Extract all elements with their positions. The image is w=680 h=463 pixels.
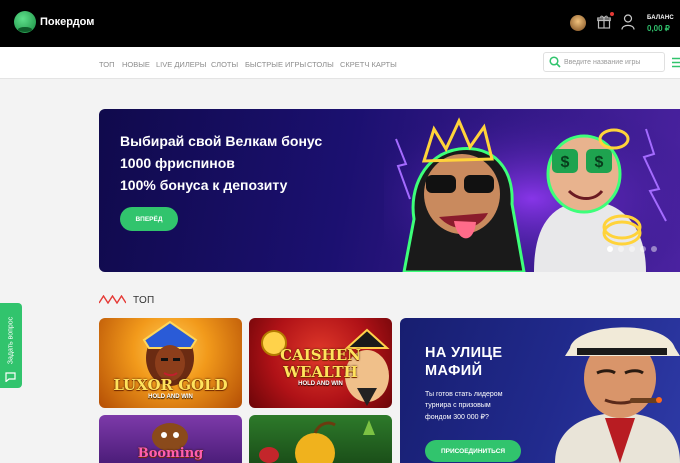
nav-item-top[interactable]: ТОП: [99, 60, 114, 69]
nav-item-tables[interactable]: СТОЛЫ: [307, 60, 334, 69]
nav-item-fast-games[interactable]: БЫСТРЫЕ ИГРЫ: [245, 60, 306, 69]
nav-item-slots[interactable]: СЛОТЫ: [211, 60, 238, 69]
banner-line-3: 100% бонуса к депозиту: [120, 177, 288, 193]
nav-item-live-dealers[interactable]: LIVE ДИЛЕРЫ: [156, 60, 206, 69]
svg-text:$: $: [561, 154, 570, 171]
menu-icon[interactable]: [672, 57, 680, 68]
game-title: LUXOR GOLD: [113, 376, 228, 394]
carousel-dot[interactable]: [640, 246, 646, 252]
mafia-character-art: [555, 327, 680, 463]
user-icon[interactable]: [621, 14, 635, 30]
promo-title-line-2: МАФИЙ: [425, 363, 483, 379]
game-title-line-2: WEALTH: [283, 363, 358, 381]
nav-item-new[interactable]: НОВЫЕ: [122, 60, 150, 69]
carousel-dot[interactable]: [651, 246, 657, 252]
balance-value[interactable]: 0,00 ₽: [647, 24, 670, 33]
forward-button[interactable]: ВПЕРЁД: [120, 207, 178, 231]
nav-item-scratch-cards[interactable]: СКРЕТЧ КАРТЫ: [340, 60, 397, 69]
game-subtitle: HOLD AND WIN: [298, 381, 343, 387]
notification-dot: [610, 12, 614, 16]
logo-text[interactable]: Покердом: [40, 16, 94, 28]
carousel-dot[interactable]: [607, 246, 613, 252]
balance-label: БАЛАНС: [647, 15, 674, 21]
promo-text-line-1: Ты готов стать лидером: [425, 391, 503, 398]
search-box[interactable]: [543, 52, 665, 72]
mafia-tournament-promo[interactable]: НА УЛИЦЕ МАФИЙ Ты готов стать лидером ту…: [400, 318, 680, 463]
gift-icon[interactable]: [597, 15, 611, 29]
promo-title-line-1: НА УЛИЦЕ: [425, 345, 503, 361]
game-tile-booming[interactable]: Booming: [99, 415, 242, 463]
game-tile-luxor-gold[interactable]: LUXOR GOLD HOLD AND WIN: [99, 318, 242, 408]
top-header: Покердом БАЛАНС 0,00 ₽: [0, 0, 680, 47]
ask-question-tab[interactable]: Задать вопрос: [0, 303, 22, 388]
banner-line-1: Выбирай свой Велкам бонус: [120, 133, 323, 149]
carousel-dot[interactable]: [618, 246, 624, 252]
zigzag-icon: [99, 295, 126, 304]
search-icon: [549, 56, 561, 68]
game-subtitle: HOLD AND WIN: [148, 394, 193, 400]
avatar[interactable]: [570, 15, 586, 31]
chat-icon: [5, 372, 16, 382]
carousel-dots: [607, 246, 657, 252]
welcome-bonus-banner[interactable]: Выбирай свой Велкам бонус 1000 фриспинов…: [99, 109, 680, 272]
banner-line-2: 1000 фриспинов: [120, 155, 235, 171]
pokerdom-logo-icon[interactable]: [14, 11, 36, 33]
carousel-dot[interactable]: [629, 246, 635, 252]
svg-text:$: $: [595, 154, 604, 171]
game-title-line-1: CAISHEN: [280, 346, 361, 364]
promo-text-line-2: турнира с призовым: [425, 402, 491, 409]
promo-text-line-3: фондом 300 000 ₽?: [425, 414, 489, 421]
search-input[interactable]: [564, 55, 662, 69]
feedback-label: Задать вопрос: [7, 316, 15, 365]
section-title: ТОП: [133, 295, 155, 306]
game-tile-fruits[interactable]: [249, 415, 392, 463]
game-title: Booming: [137, 446, 204, 461]
fruit-art: [259, 420, 375, 463]
game-tile-caishen-wealth[interactable]: CAISHEN WEALTH HOLD AND WIN: [249, 318, 392, 408]
join-button[interactable]: ПРИСОЕДИНИТЬСЯ: [425, 440, 521, 462]
